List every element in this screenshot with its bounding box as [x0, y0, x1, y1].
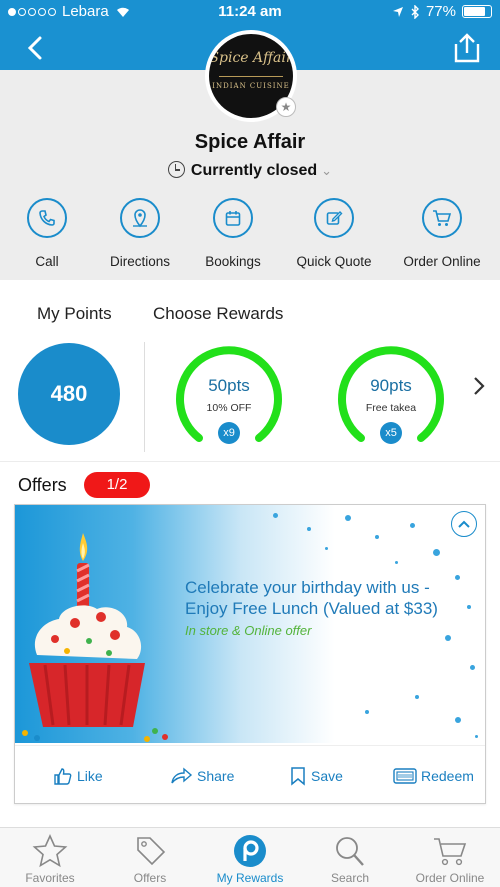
reward-count-badge: x5: [380, 422, 402, 444]
bluetooth-icon: [411, 4, 419, 19]
tab-favorites-label: Favorites: [25, 871, 75, 885]
call-button[interactable]: Call: [0, 198, 97, 269]
search-icon: [336, 837, 364, 866]
battery-icon: [462, 5, 492, 18]
logo-title: Spice Affair: [209, 50, 293, 66]
bookings-button[interactable]: Bookings: [183, 198, 283, 269]
save-label: Save: [311, 768, 343, 784]
hours-status-text: Currently closed: [190, 162, 318, 179]
divider: [144, 342, 145, 452]
tab-my-rewards[interactable]: My Rewards: [200, 828, 300, 887]
choose-rewards-heading: Choose Rewards: [153, 304, 284, 323]
reward-points: 50pts: [208, 376, 250, 395]
tab-offers[interactable]: Offers: [100, 828, 200, 887]
cupcake-illustration: [22, 533, 168, 742]
offer-subtitle: In store & Online offer: [185, 623, 312, 638]
tag-icon: [137, 837, 166, 866]
hours-status[interactable]: Currently closed ⌄: [0, 161, 500, 180]
cart-icon: [434, 838, 467, 866]
chevron-right-icon[interactable]: [472, 375, 486, 397]
offers-section: Celebrate your birthday with us - Enjoy …: [0, 502, 500, 827]
directions-label: Directions: [109, 254, 171, 269]
like-label: Like: [77, 768, 103, 784]
reward-points: 90pts: [370, 376, 412, 395]
tab-my-rewards-label: My Rewards: [216, 871, 284, 885]
favorite-star-icon[interactable]: ★: [276, 97, 296, 117]
redeem-button[interactable]: Redeem: [393, 764, 474, 788]
status-right: 77%: [392, 3, 492, 20]
order-online-label: Order Online: [403, 254, 481, 269]
clock-icon: [167, 161, 185, 178]
offer-banner-image: Celebrate your birthday with us - Enjoy …: [15, 505, 485, 743]
tab-order-online[interactable]: Order Online: [400, 828, 500, 887]
tab-search[interactable]: Search: [300, 828, 400, 887]
share-icon[interactable]: [452, 32, 482, 64]
tab-order-online-label: Order Online: [415, 871, 485, 885]
reward-item[interactable]: 50pts 10% OFF x9: [174, 340, 284, 450]
business-name: Spice Affair: [194, 131, 306, 153]
cart-icon: [422, 198, 462, 238]
share-arrow-icon: [171, 767, 193, 784]
bottom-tab-bar: Favorites Offers My Rewards Search Order…: [0, 827, 500, 887]
share-label: Share: [197, 768, 235, 784]
status-bar: Lebara 11:24 am 77%: [0, 0, 500, 24]
order-online-button[interactable]: Order Online: [392, 198, 492, 269]
star-icon: [32, 834, 68, 868]
thumbs-up-icon: [54, 768, 72, 785]
edit-icon: [314, 198, 354, 238]
tab-offers-label: Offers: [133, 871, 167, 885]
call-label: Call: [35, 254, 59, 269]
offers-header: Offers 1/2: [0, 462, 500, 502]
redeem-label: Redeem: [421, 768, 474, 784]
logo-subtitle: INDIAN CUISINE: [212, 82, 290, 90]
chevron-down-icon: ⌄: [321, 163, 333, 178]
quick-quote-label: Quick Quote: [296, 254, 372, 269]
calendar-icon: [213, 198, 253, 238]
my-points-heading: My Points: [37, 304, 112, 323]
phone-icon: [27, 198, 67, 238]
points-balance: 480: [18, 343, 120, 445]
battery-percent: 77%: [425, 3, 456, 20]
offers-pager-badge: 1/2: [84, 472, 150, 498]
bookmark-icon: [291, 767, 305, 786]
like-button[interactable]: Like: [53, 764, 103, 788]
reward-count-badge: x9: [218, 422, 240, 444]
business-profile: Spice Affair INDIAN CUISINE ★ Spice Affa…: [0, 30, 500, 280]
tab-favorites[interactable]: Favorites: [0, 828, 100, 887]
offer-title: Celebrate your birthday with us - Enjoy …: [185, 578, 438, 618]
bookings-label: Bookings: [205, 254, 261, 269]
reward-description: 10% OFF: [206, 402, 252, 414]
tab-search-label: Search: [330, 871, 370, 885]
collapse-button[interactable]: [451, 511, 477, 537]
offers-title: Offers: [18, 475, 67, 495]
share-button[interactable]: Share: [169, 764, 234, 788]
reward-description: Free takea: [365, 402, 417, 414]
location-arrow-icon: [392, 6, 403, 17]
rewards-logo-icon: [234, 835, 266, 867]
back-icon[interactable]: [22, 34, 50, 62]
directions-button[interactable]: Directions: [90, 198, 190, 269]
save-button[interactable]: Save: [289, 764, 343, 788]
redeem-card-icon: [393, 768, 417, 784]
chevron-up-icon: [458, 520, 470, 528]
map-pin-icon: [120, 198, 160, 238]
action-bar: Call Directions Bookings Quick Quote Ord…: [0, 198, 500, 280]
quick-quote-button[interactable]: Quick Quote: [284, 198, 384, 269]
reward-item[interactable]: 90pts Free takea x5: [336, 340, 446, 450]
offer-actions: Like Share Save Redeem: [15, 745, 485, 803]
offer-card[interactable]: Celebrate your birthday with us - Enjoy …: [14, 504, 486, 804]
rewards-section: My Points Choose Rewards 480 50pts 10% O…: [0, 280, 500, 461]
